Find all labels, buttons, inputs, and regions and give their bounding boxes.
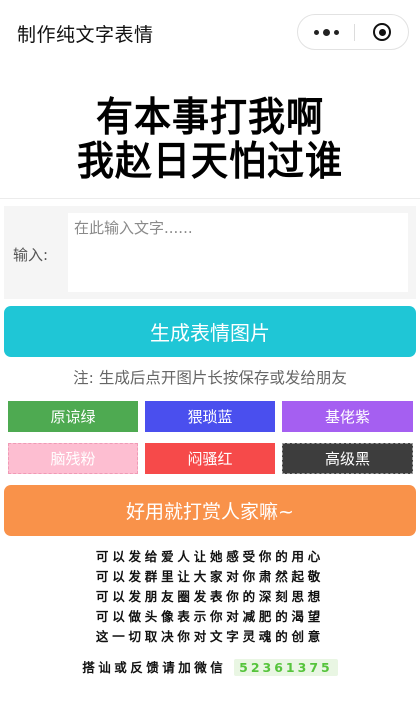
section-divider bbox=[0, 198, 420, 199]
style-green-button[interactable]: 原谅绿 bbox=[8, 401, 138, 432]
meme-preview-image[interactable]: 有本事打我啊 我赵日天怕过谁 bbox=[0, 72, 420, 194]
input-label: 输入: bbox=[13, 246, 49, 264]
mini-program-capsule bbox=[297, 14, 409, 50]
more-dot-icon bbox=[313, 29, 319, 35]
text-input[interactable] bbox=[68, 213, 408, 292]
tip-button[interactable]: 好用就打赏人家嘛~ bbox=[4, 485, 416, 536]
contact-text: 搭讪或反馈请加微信 bbox=[82, 660, 227, 675]
promo-line: 可以发朋友圈发表你的深刻思想 bbox=[95, 589, 325, 604]
more-dot-icon bbox=[333, 29, 339, 35]
promo-line: 可以发群里让大家对你肃然起敬 bbox=[95, 569, 325, 584]
promo-line: 可以发给爱人让她感受你的用心 bbox=[95, 549, 325, 564]
save-hint-text: 注: 生成后点开图片长按保存或发给朋友 bbox=[73, 369, 347, 387]
more-dot-icon bbox=[322, 28, 330, 36]
contact-line: 搭讪或反馈请加微信 52361375 bbox=[0, 657, 420, 676]
promo-text-block: 可以发给爱人让她感受你的用心 可以发群里让大家对你肃然起敬 可以发朋友圈发表你的… bbox=[0, 547, 420, 647]
target-close-icon bbox=[373, 23, 391, 41]
wechat-id[interactable]: 52361375 bbox=[234, 659, 338, 676]
generate-image-button[interactable]: 生成表情图片 bbox=[4, 306, 416, 357]
promo-line: 这一切取决你对文字灵魂的创意 bbox=[95, 629, 325, 644]
preview-line-2: 我赵日天怕过谁 bbox=[77, 137, 343, 184]
style-blue-button[interactable]: 猥琐蓝 bbox=[145, 401, 275, 432]
style-purple-button[interactable]: 基佬紫 bbox=[282, 401, 413, 432]
more-options-button[interactable] bbox=[298, 15, 354, 49]
style-red-button[interactable]: 闷骚红 bbox=[145, 443, 275, 474]
page-title: 制作纯文字表情 bbox=[17, 24, 154, 46]
promo-line: 可以做头像表示你对减肥的渴望 bbox=[95, 609, 325, 624]
style-pink-button[interactable]: 脑残粉 bbox=[8, 443, 138, 474]
nav-bar: 制作纯文字表情 bbox=[0, 0, 420, 66]
close-miniprogram-button[interactable] bbox=[355, 15, 409, 49]
input-section: 输入: bbox=[4, 206, 416, 299]
style-black-button[interactable]: 高级黑 bbox=[282, 443, 413, 474]
